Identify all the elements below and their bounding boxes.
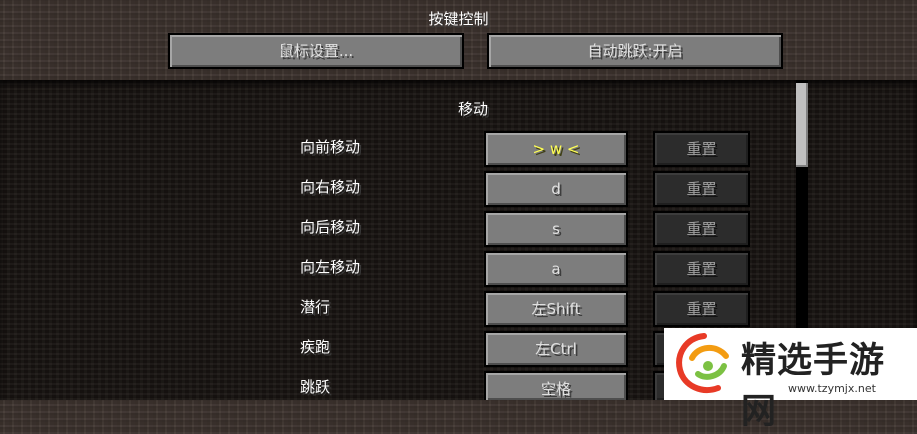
- watermark-url: www.tzymjx.net: [788, 382, 876, 395]
- reset-button-sneak[interactable]: 重置: [653, 291, 750, 327]
- reset-button-back[interactable]: 重置: [653, 211, 750, 247]
- key-button-forward[interactable]: > w <: [484, 131, 628, 167]
- row-label-left: 向左移动: [300, 258, 361, 276]
- row-label-right: 向右移动: [300, 178, 361, 196]
- reset-button-forward[interactable]: 重置: [653, 131, 750, 167]
- key-button-back[interactable]: s: [484, 211, 628, 247]
- key-button-jump[interactable]: 空格: [484, 371, 628, 400]
- row-label-back: 向后移动: [300, 218, 361, 236]
- row-label-sneak: 潜行: [300, 298, 331, 316]
- scrollbar-thumb[interactable]: [796, 83, 808, 167]
- section-title-movement: 移动: [457, 100, 488, 118]
- key-button-sprint[interactable]: 左Ctrl: [484, 331, 628, 367]
- key-button-right[interactable]: d: [484, 171, 628, 207]
- row-label-forward: 向前移动: [300, 138, 361, 156]
- watermark: 精选手游网 www.tzymjx.net: [664, 328, 917, 432]
- auto-jump-toggle-button[interactable]: 自动跳跃:开启: [487, 33, 783, 69]
- row-label-jump: 跳跃: [300, 378, 331, 396]
- key-button-left[interactable]: a: [484, 251, 628, 287]
- row-label-sprint: 疾跑: [300, 338, 331, 356]
- page-title: 按键控制: [428, 10, 489, 28]
- watermark-logo-icon: [676, 333, 729, 393]
- mouse-settings-button[interactable]: 鼠标设置...: [168, 33, 464, 69]
- key-button-sneak[interactable]: 左Shift: [484, 291, 628, 327]
- reset-button-right[interactable]: 重置: [653, 171, 750, 207]
- reset-button-left[interactable]: 重置: [653, 251, 750, 287]
